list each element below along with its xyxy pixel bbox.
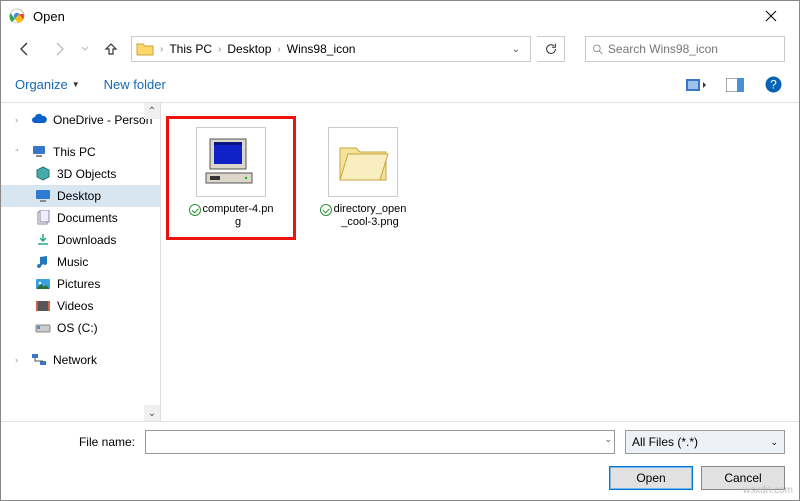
- filter-label: All Files (*.*): [632, 435, 698, 449]
- file-name: computer-4.pn g: [203, 203, 274, 229]
- help-button[interactable]: ?: [761, 73, 785, 97]
- breadcrumb-current[interactable]: Wins98_icon: [283, 42, 360, 56]
- view-mode-button[interactable]: [685, 73, 709, 97]
- chevron-right-icon[interactable]: ›: [15, 355, 25, 365]
- search-input[interactable]: [608, 42, 778, 56]
- tree-item-music[interactable]: Music: [1, 251, 160, 273]
- search-icon: [592, 43, 604, 56]
- open-button[interactable]: Open: [609, 466, 693, 490]
- tree-label: Desktop: [57, 189, 101, 203]
- tree-item-onedrive[interactable]: › OneDrive - Person: [1, 109, 160, 131]
- svg-text:?: ?: [770, 78, 777, 92]
- tree-item-documents[interactable]: Documents: [1, 207, 160, 229]
- tree-scroll-down[interactable]: ⌄: [144, 405, 160, 421]
- tree-item-osc[interactable]: OS (C:): [1, 317, 160, 339]
- chevron-down-icon[interactable]: ⌄: [604, 434, 612, 445]
- preview-pane-button[interactable]: [723, 73, 747, 97]
- tree-item-videos[interactable]: Videos: [1, 295, 160, 317]
- file-tile[interactable]: directory_open _cool-3.png: [303, 121, 423, 235]
- breadcrumb-desktop[interactable]: Desktop: [223, 42, 275, 56]
- filename-combobox[interactable]: ⌄: [145, 430, 615, 454]
- cloud-icon: [31, 112, 47, 128]
- tree-label: Videos: [57, 299, 93, 313]
- close-button[interactable]: [751, 2, 791, 30]
- refresh-button[interactable]: [537, 36, 565, 62]
- chevron-down-icon: ▼: [72, 80, 80, 89]
- tree-item-3dobjects[interactable]: 3D Objects: [1, 163, 160, 185]
- tree-label: OneDrive - Person: [53, 113, 152, 127]
- breadcrumb-bar[interactable]: › This PC › Desktop › Wins98_icon ⌄: [131, 36, 531, 62]
- app-chrome-icon: [9, 8, 25, 24]
- search-box[interactable]: [585, 36, 785, 62]
- organize-menu[interactable]: Organize▼: [15, 77, 80, 92]
- folder-icon: [136, 40, 154, 58]
- tree-item-network[interactable]: › Network: [1, 349, 160, 371]
- tree-label: Music: [57, 255, 88, 269]
- tree-item-desktop[interactable]: Desktop: [1, 185, 160, 207]
- filename-label: File name:: [15, 435, 135, 449]
- chevron-down-icon: ⌄: [770, 437, 778, 448]
- file-list[interactable]: computer-4.pn g directory_open _cool-3.p…: [161, 103, 799, 421]
- tree-label: This PC: [53, 145, 96, 159]
- tree-item-downloads[interactable]: Downloads: [1, 229, 160, 251]
- sync-icon: [320, 204, 332, 216]
- newfolder-button[interactable]: New folder: [104, 77, 166, 92]
- chevron-right-icon[interactable]: ›: [15, 115, 25, 125]
- documents-icon: [35, 210, 51, 226]
- chevron-down-icon[interactable]: ›: [13, 145, 27, 159]
- tree-label: 3D Objects: [57, 167, 116, 181]
- chevron-right-icon[interactable]: ›: [216, 44, 223, 55]
- nav-tree: ⌃ › OneDrive - Person › This PC 3D Objec…: [1, 103, 161, 421]
- nav-up-button[interactable]: [97, 35, 125, 63]
- nav-forward-button[interactable]: [45, 35, 73, 63]
- chevron-down-icon[interactable]: ⌄: [506, 44, 526, 55]
- nav-back-button[interactable]: [11, 35, 39, 63]
- music-icon: [35, 254, 51, 270]
- tree-label: Documents: [57, 211, 118, 225]
- desktop-icon: [35, 188, 51, 204]
- tree-label: Network: [53, 353, 97, 367]
- filename-input[interactable]: [150, 431, 594, 453]
- tree-label: Pictures: [57, 277, 100, 291]
- tree-label: Downloads: [57, 233, 116, 247]
- file-name: directory_open _cool-3.png: [334, 203, 407, 229]
- filetype-filter[interactable]: All Files (*.*) ⌄: [625, 430, 785, 454]
- nav-history-dropdown[interactable]: [79, 35, 91, 63]
- file-thumbnail: [196, 127, 266, 197]
- download-icon: [35, 232, 51, 248]
- disk-icon: [35, 320, 51, 336]
- breadcrumb-thispc[interactable]: This PC: [165, 42, 216, 56]
- chevron-right-icon[interactable]: ›: [275, 44, 282, 55]
- videos-icon: [35, 298, 51, 314]
- pictures-icon: [35, 276, 51, 292]
- tree-item-pictures[interactable]: Pictures: [1, 273, 160, 295]
- chevron-right-icon[interactable]: ›: [158, 44, 165, 55]
- tree-label: OS (C:): [57, 321, 98, 335]
- file-tile[interactable]: computer-4.pn g: [171, 121, 291, 235]
- window-title: Open: [33, 9, 751, 24]
- network-icon: [31, 352, 47, 368]
- cube-icon: [35, 166, 51, 182]
- file-thumbnail: [328, 127, 398, 197]
- sync-icon: [189, 204, 201, 216]
- tree-item-thispc[interactable]: › This PC: [1, 141, 160, 163]
- watermark: wsxdn.com: [743, 485, 793, 496]
- computer-icon: [31, 144, 47, 160]
- tree-scroll-up[interactable]: ⌃: [144, 103, 160, 119]
